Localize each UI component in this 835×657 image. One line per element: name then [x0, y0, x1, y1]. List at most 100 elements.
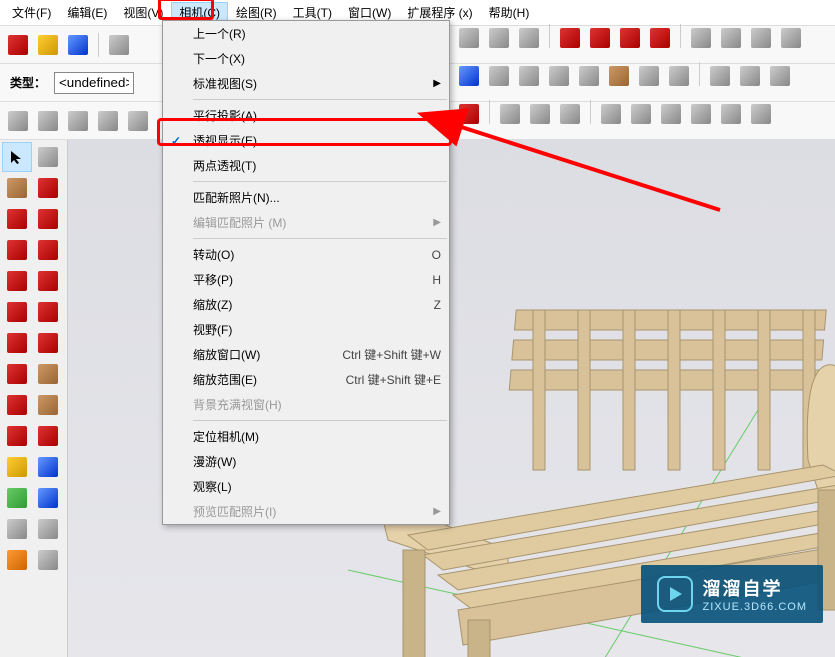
iso-view-btn[interactable] [4, 107, 32, 135]
walk-tool[interactable] [33, 545, 63, 575]
red1-btn[interactable] [556, 24, 584, 52]
select-tool[interactable] [2, 142, 32, 172]
menu-pan[interactable]: 平移(P)H [163, 267, 449, 292]
pie-tool[interactable] [33, 297, 63, 327]
open-file-btn[interactable] [34, 31, 62, 59]
out6-btn[interactable] [747, 100, 775, 128]
dimension-tool[interactable] [33, 452, 63, 482]
tea2-btn[interactable] [526, 100, 554, 128]
arc2-tool[interactable] [33, 266, 63, 296]
bezier2-tool[interactable] [33, 328, 63, 358]
section-tool[interactable] [2, 545, 32, 575]
3dtext-tool[interactable] [33, 514, 63, 544]
tape-icon [7, 457, 27, 477]
menu-standard-views[interactable]: 标准视图(S)▶ [163, 71, 449, 96]
tea1-btn[interactable] [496, 100, 524, 128]
protractor-tool[interactable] [2, 483, 32, 513]
layer2-btn[interactable] [736, 62, 764, 90]
shape3-btn[interactable] [515, 24, 543, 52]
menu-fov[interactable]: 视野(F) [163, 317, 449, 342]
paint-tool[interactable] [2, 173, 32, 203]
style8-btn[interactable] [665, 62, 693, 90]
watermark-sub: ZIXUE.3D66.COM [703, 601, 807, 613]
gear-btn[interactable] [124, 107, 152, 135]
offset-tool[interactable] [33, 421, 63, 451]
eraser-tool[interactable] [33, 142, 63, 172]
menu-edit[interactable]: 编辑(E) [59, 2, 115, 23]
style-icon [489, 66, 509, 86]
menu-zoom-extents[interactable]: 缩放范围(E)Ctrl 键+Shift 键+E [163, 367, 449, 392]
out1-btn[interactable] [597, 100, 625, 128]
pushpull-tool[interactable] [33, 359, 63, 389]
menu-orbit[interactable]: 转动(O)O [163, 242, 449, 267]
circle-tool[interactable] [2, 266, 32, 296]
save-file-btn[interactable] [64, 31, 92, 59]
red4-btn[interactable] [646, 24, 674, 52]
new-file-btn[interactable] [4, 31, 32, 59]
tape-tool[interactable] [2, 452, 32, 482]
red3-btn[interactable] [616, 24, 644, 52]
cam3-btn[interactable] [747, 24, 775, 52]
polygon-tool[interactable] [2, 297, 32, 327]
menu-previous[interactable]: 上一个(R) [163, 21, 449, 46]
axes-tool[interactable] [2, 514, 32, 544]
menu-help[interactable]: 帮助(H) [481, 2, 538, 23]
followme-tool[interactable] [33, 390, 63, 420]
out3-btn[interactable] [657, 100, 685, 128]
style2-btn[interactable] [485, 62, 513, 90]
new-file-icon [8, 35, 28, 55]
chevron-right-icon: ▶ [433, 217, 441, 228]
text-tool[interactable] [33, 483, 63, 513]
move-tool[interactable] [2, 359, 32, 389]
axes-icon [7, 519, 27, 539]
style6-btn[interactable] [605, 62, 633, 90]
style3-btn[interactable] [515, 62, 543, 90]
shape1-btn[interactable] [455, 24, 483, 52]
line-tool[interactable] [2, 204, 32, 234]
out4-btn[interactable] [687, 100, 715, 128]
red2-btn[interactable] [586, 24, 614, 52]
style5-btn[interactable] [575, 62, 603, 90]
menu-next[interactable]: 下一个(X) [163, 46, 449, 71]
menu-perspective[interactable]: ✓透视显示(E) [163, 128, 449, 153]
style4-btn[interactable] [545, 62, 573, 90]
cut-btn[interactable] [105, 31, 133, 59]
style1-btn[interactable] [455, 62, 483, 90]
cam4-btn[interactable] [777, 24, 805, 52]
menu-match-new-photo[interactable]: 匹配新照片(N)... [163, 185, 449, 210]
rndr1-btn[interactable] [455, 100, 483, 128]
arc-tool[interactable] [33, 235, 63, 265]
cam1-btn[interactable] [687, 24, 715, 52]
output-icon [691, 104, 711, 124]
menu-two-point[interactable]: 两点透视(T) [163, 153, 449, 178]
bezier-tool[interactable] [2, 328, 32, 358]
rotate-icon [7, 395, 27, 415]
out2-btn[interactable] [627, 100, 655, 128]
rotate-tool[interactable] [2, 390, 32, 420]
scale-tool[interactable] [2, 421, 32, 451]
style7-btn[interactable] [635, 62, 663, 90]
separator [193, 420, 447, 421]
out5-btn[interactable] [717, 100, 745, 128]
cam2-btn[interactable] [717, 24, 745, 52]
freehand-tool[interactable] [33, 204, 63, 234]
rectangle-tool[interactable] [2, 235, 32, 265]
shape2-btn[interactable] [485, 24, 513, 52]
menu-look-around[interactable]: 观察(L) [163, 474, 449, 499]
scale-icon [7, 426, 27, 446]
menu-parallel-projection[interactable]: 平行投影(A) [163, 103, 449, 128]
menu-walk[interactable]: 漫游(W) [163, 449, 449, 474]
cube-btn[interactable] [34, 107, 62, 135]
cube2-btn[interactable] [64, 107, 92, 135]
type-input[interactable] [54, 72, 134, 94]
spring-btn[interactable] [94, 107, 122, 135]
tea3-btn[interactable] [556, 100, 584, 128]
orbit-tool[interactable] [33, 173, 63, 203]
chevron-right-icon: ▶ [433, 506, 441, 517]
menu-zoom[interactable]: 缩放(Z)Z [163, 292, 449, 317]
menu-zoom-window[interactable]: 缩放窗口(W)Ctrl 键+Shift 键+W [163, 342, 449, 367]
layer3-btn[interactable] [766, 62, 794, 90]
menu-position-camera[interactable]: 定位相机(M) [163, 424, 449, 449]
layer1-btn[interactable] [706, 62, 734, 90]
menu-file[interactable]: 文件(F) [4, 2, 59, 23]
